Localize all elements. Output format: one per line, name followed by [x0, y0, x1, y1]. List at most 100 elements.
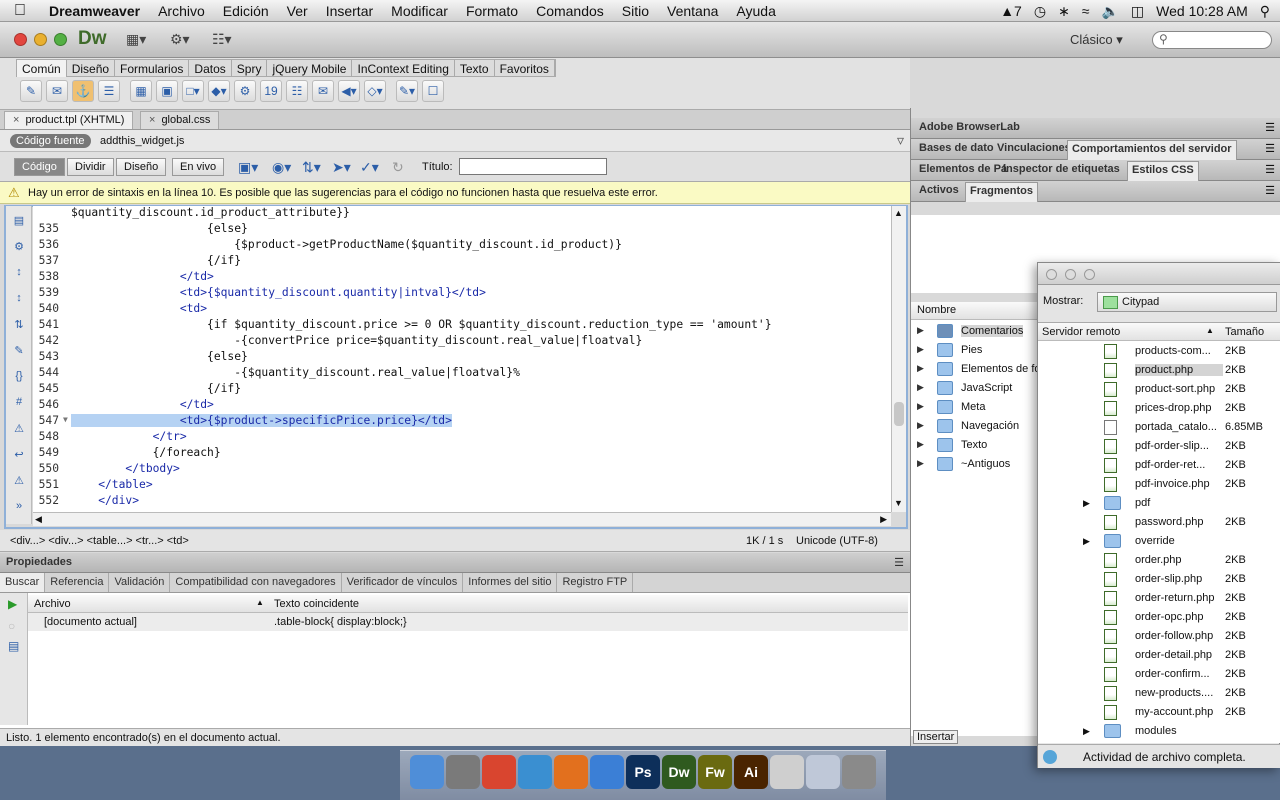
wifi-icon[interactable]: ≈ — [1082, 3, 1090, 19]
select-parent-tag-icon[interactable]: ✎ — [10, 344, 28, 362]
volume-icon[interactable]: 🔈 — [1101, 3, 1118, 20]
insert-tab-incontext[interactable]: InContext Editing — [352, 60, 455, 77]
tab-comportamientos[interactable]: Comportamientos del servidor — [1067, 140, 1237, 160]
tab-activos[interactable]: Activos — [915, 184, 963, 196]
file-management-icon[interactable]: ⇅▾ — [302, 159, 321, 176]
tab-informes[interactable]: Informes del sitio — [463, 573, 558, 592]
menu-ventana[interactable]: Ventana — [658, 3, 727, 19]
remote-file[interactable]: password.php 2KB — [1038, 513, 1280, 532]
more-tools-icon[interactable]: » — [10, 500, 28, 518]
doc-tab-product-tpl[interactable]: × product.tpl (XHTML) — [4, 111, 134, 129]
remote-file[interactable]: prices-drop.php 2KB — [1038, 399, 1280, 418]
scroll-right-icon[interactable]: ▶ — [880, 514, 887, 525]
expand-arrow-icon[interactable]: ▶ — [917, 401, 924, 412]
remote-file[interactable]: my-account.php 2KB — [1038, 703, 1280, 722]
server-side-include-icon[interactable]: ☷ — [286, 80, 308, 102]
panel-menu-icon[interactable]: ☰ — [1265, 184, 1275, 197]
help-search-input[interactable]: ⚲ — [1152, 31, 1272, 49]
filter-icon[interactable]: ▿ — [897, 132, 904, 149]
related-file-addthis[interactable]: addthis_widget.js — [100, 135, 184, 147]
named-anchor-icon[interactable]: ⚓ — [72, 80, 94, 102]
open-documents-icon[interactable]: ▤ — [10, 214, 28, 232]
expand-arrow-icon[interactable]: ▶ — [917, 439, 924, 450]
tag-chooser-icon[interactable]: ☐ — [422, 80, 444, 102]
code-vertical-scrollbar[interactable]: ▲ ▼ — [891, 206, 906, 512]
collapse-full-tag-icon[interactable]: ↕ — [10, 266, 28, 284]
clock[interactable]: Wed 10:28 AM — [1156, 3, 1248, 19]
line-numbers-icon[interactable]: # — [10, 396, 28, 414]
illustrator-icon[interactable]: Ai — [734, 755, 768, 789]
code-line[interactable]: 541 {if $quantity_discount.price >= 0 OR… — [33, 318, 891, 334]
panel-menu-icon[interactable]: ☰ — [1265, 163, 1275, 176]
menu-edicion[interactable]: Edición — [214, 3, 278, 19]
tab-bases-datos[interactable]: Bases de dato — [915, 142, 998, 154]
code-line[interactable]: 537 {/if} — [33, 254, 891, 270]
remote-file[interactable]: pdf-invoice.php 2KB — [1038, 475, 1280, 494]
site-menu-icon[interactable]: ☷▾ — [212, 31, 232, 48]
close-tab-icon[interactable]: × — [13, 114, 19, 126]
menu-archivo[interactable]: Archivo — [149, 3, 214, 19]
expand-arrow-icon[interactable]: ▶ — [917, 325, 924, 336]
remote-file[interactable]: order-follow.php 2KB — [1038, 627, 1280, 646]
menu-insertar[interactable]: Insertar — [317, 3, 382, 19]
layout-menu-icon[interactable]: ▦▾ — [126, 31, 146, 48]
expand-arrow-icon[interactable]: ▶ — [1083, 498, 1090, 509]
tab-estilos-css[interactable]: Estilos CSS — [1127, 161, 1199, 181]
tab-inspector-etiquetas[interactable]: Inspector de etiquetas — [999, 163, 1124, 175]
code-line[interactable]: 549 {/foreach} — [33, 446, 891, 462]
code-line[interactable]: 543 {else} — [33, 350, 891, 366]
adobe-updater-icon[interactable]: ▲7 — [1000, 3, 1022, 19]
preview-browser-icon[interactable]: ◉▾ — [272, 159, 291, 176]
tab-fragmentos[interactable]: Fragmentos — [965, 182, 1038, 202]
insert-div-icon[interactable]: ▣ — [156, 80, 178, 102]
remote-folder[interactable]: ▶ pdf — [1038, 494, 1280, 513]
insert-tab-favoritos[interactable]: Favoritos — [495, 60, 555, 77]
workspace-switcher[interactable]: Clásico ▾ — [1070, 32, 1123, 48]
remote-file[interactable]: product.php 2KB — [1038, 361, 1280, 380]
preview-icon[interactable] — [806, 755, 840, 789]
comment-icon[interactable]: ✉ — [312, 80, 334, 102]
tab-elementos-pagina[interactable]: Elementos de Pá — [915, 163, 1011, 175]
insert-tab-datos[interactable]: Datos — [189, 60, 232, 77]
live-view-button[interactable]: En vivo — [172, 158, 225, 176]
code-line[interactable]: 551 </table> — [33, 478, 891, 494]
time-machine-icon[interactable]: ◷ — [1034, 3, 1046, 20]
remote-file[interactable]: order-slip.php 2KB — [1038, 570, 1280, 589]
expand-arrow-icon[interactable]: ▶ — [1083, 726, 1090, 737]
remote-file[interactable]: product-sort.php 2KB — [1038, 380, 1280, 399]
panel-menu-icon[interactable]: ☰ — [1265, 142, 1275, 155]
panel-menu-icon[interactable]: ☰ — [894, 556, 904, 569]
insert-tab-comun[interactable]: Común — [17, 60, 67, 77]
scroll-up-icon[interactable]: ▲ — [894, 208, 903, 218]
script-icon[interactable]: ◇▾ — [364, 80, 386, 102]
fireworks-icon[interactable]: Fw — [698, 755, 732, 789]
code-line[interactable]: 545 {/if} — [33, 382, 891, 398]
col-archivo[interactable]: Archivo — [34, 598, 71, 610]
menu-ayuda[interactable]: Ayuda — [727, 3, 784, 19]
remote-file[interactable]: products-com... 2KB — [1038, 342, 1280, 361]
expand-arrow-icon[interactable]: ▶ — [917, 458, 924, 469]
remote-file[interactable]: portada_catalo... 6.85MB — [1038, 418, 1280, 437]
tab-verificador[interactable]: Verificador de vínculos — [342, 573, 464, 592]
site-dropdown[interactable]: Citypad — [1097, 292, 1277, 312]
remote-folder[interactable]: ▶ modules — [1038, 722, 1280, 741]
col-tamano[interactable]: Tamaño — [1225, 326, 1264, 338]
refresh-icon[interactable]: ↻ — [392, 159, 404, 176]
minimize-window-icon[interactable] — [1065, 269, 1076, 280]
menu-formato[interactable]: Formato — [457, 3, 527, 19]
panel-menu-icon[interactable]: ☰ — [1265, 121, 1275, 134]
code-editor[interactable]: $quantity_discount.id_product_attribute}… — [33, 206, 891, 512]
design-view-button[interactable]: Diseño — [116, 158, 167, 176]
doc-tab-global-css[interactable]: × global.css — [140, 111, 220, 129]
insert-tab-spry[interactable]: Spry — [232, 60, 268, 77]
tab-compatibilidad[interactable]: Compatibilidad con navegadores — [170, 573, 342, 592]
code-line[interactable]: 546 </td> — [33, 398, 891, 414]
insert-tab-texto[interactable]: Texto — [455, 60, 495, 77]
expand-arrow-icon[interactable]: ▶ — [1083, 536, 1090, 547]
tag-selector[interactable]: <div...> <div...> <table...> <tr...> <td… — [10, 535, 189, 547]
scroll-left-icon[interactable]: ◀ — [35, 514, 42, 525]
expand-arrow-icon[interactable]: ▶ — [917, 420, 924, 431]
media-icon[interactable]: ◆▾ — [208, 80, 230, 102]
col-texto-coincidente[interactable]: Texto coincidente — [274, 598, 359, 610]
expand-arrow-icon[interactable]: ▶ — [917, 344, 924, 355]
